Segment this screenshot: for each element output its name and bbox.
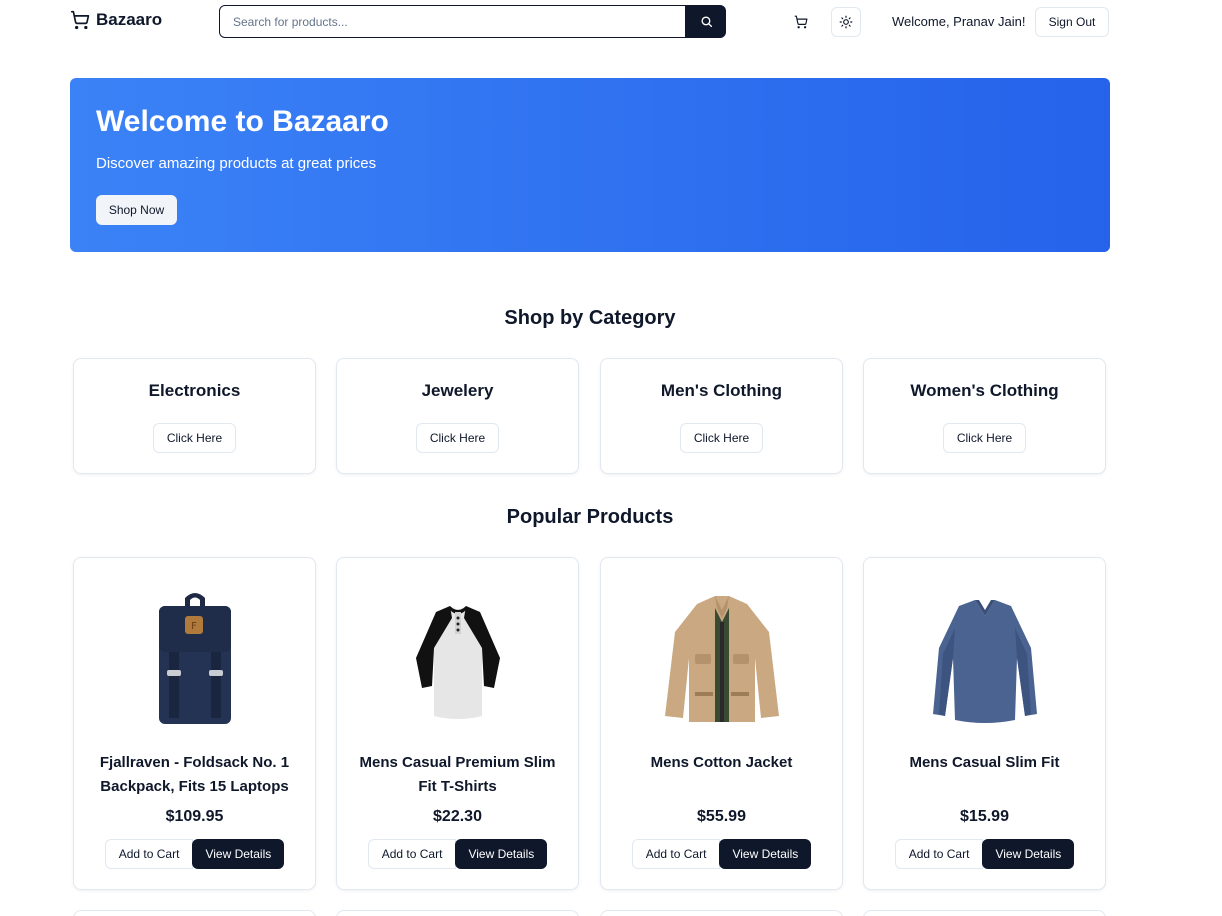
product-card-partial bbox=[600, 910, 843, 916]
hero-subtitle: Discover amazing products at great price… bbox=[96, 155, 377, 172]
jacket-icon bbox=[665, 596, 779, 722]
product-actions: Add to Cart View Details bbox=[74, 839, 315, 869]
view-details-button[interactable]: View Details bbox=[982, 839, 1075, 869]
view-details-button[interactable]: View Details bbox=[455, 839, 548, 869]
product-price: $55.99 bbox=[697, 808, 746, 825]
product-price: $109.95 bbox=[165, 808, 224, 825]
tshirt-icon bbox=[416, 606, 500, 719]
category-click-here-button[interactable]: Click Here bbox=[680, 423, 763, 453]
backpack-icon: F bbox=[159, 593, 231, 724]
category-card-mens-clothing: Men's Clothing Click Here bbox=[600, 358, 843, 474]
jacket-image[interactable] bbox=[657, 588, 787, 728]
product-name[interactable]: Fjallraven - Foldsack No. 1 Backpack, Fi… bbox=[90, 751, 299, 799]
category-name: Jewelery bbox=[421, 381, 494, 400]
popular-products-title: Popular Products bbox=[506, 506, 674, 528]
search-button[interactable] bbox=[686, 5, 726, 38]
product-card-partial bbox=[863, 910, 1106, 916]
category-click-here-button[interactable]: Click Here bbox=[153, 423, 236, 453]
longsleeve-image[interactable] bbox=[925, 588, 1045, 728]
product-name[interactable]: Mens Casual Slim Fit bbox=[880, 751, 1089, 775]
product-actions: Add to Cart View Details bbox=[864, 839, 1105, 869]
site-header: Bazaaro Welcome, Pranav Jain! Sign Out bbox=[0, 0, 1222, 44]
product-actions: Add to Cart View Details bbox=[337, 839, 578, 869]
cart-logo-icon bbox=[70, 10, 90, 30]
product-card: Mens Casual Premium Slim Fit T-Shirts $2… bbox=[336, 557, 579, 890]
product-actions: Add to Cart View Details bbox=[601, 839, 842, 869]
product-card-partial bbox=[73, 910, 316, 916]
search-bar bbox=[219, 5, 726, 38]
add-to-cart-button[interactable]: Add to Cart bbox=[894, 839, 984, 869]
svg-text:F: F bbox=[191, 621, 197, 632]
search-input[interactable] bbox=[219, 5, 686, 38]
hero-banner: Welcome to Bazaaro Discover amazing prod… bbox=[70, 78, 1110, 252]
product-price: $15.99 bbox=[960, 808, 1009, 825]
logo[interactable]: Bazaaro bbox=[70, 10, 162, 30]
view-details-button[interactable]: View Details bbox=[719, 839, 812, 869]
theme-toggle-button[interactable] bbox=[831, 7, 861, 37]
backpack-image[interactable]: F bbox=[145, 588, 245, 728]
add-to-cart-button[interactable]: Add to Cart bbox=[367, 839, 457, 869]
category-card-electronics: Electronics Click Here bbox=[73, 358, 316, 474]
hero-title: Welcome to Bazaaro bbox=[96, 105, 389, 138]
longsleeve-icon bbox=[933, 600, 1037, 723]
product-card: Mens Casual Slim Fit $15.99 Add to Cart … bbox=[863, 557, 1106, 890]
cart-button[interactable] bbox=[787, 8, 815, 36]
welcome-message: Welcome, Pranav Jain! bbox=[892, 14, 1026, 29]
add-to-cart-button[interactable]: Add to Cart bbox=[104, 839, 194, 869]
product-card-partial bbox=[336, 910, 579, 916]
product-card: Mens Cotton Jacket $55.99 Add to Cart Vi… bbox=[600, 557, 843, 890]
tshirt-image[interactable] bbox=[408, 588, 508, 728]
product-name[interactable]: Mens Cotton Jacket bbox=[617, 751, 826, 775]
add-to-cart-button[interactable]: Add to Cart bbox=[631, 839, 721, 869]
cart-icon bbox=[794, 15, 808, 29]
logo-text: Bazaaro bbox=[96, 10, 163, 29]
search-icon bbox=[700, 16, 712, 28]
view-details-button[interactable]: View Details bbox=[192, 839, 285, 869]
category-name: Men's Clothing bbox=[660, 381, 783, 400]
shop-now-button[interactable]: Shop Now bbox=[96, 195, 177, 225]
category-card-womens-clothing: Women's Clothing Click Here bbox=[863, 358, 1106, 474]
sun-icon bbox=[839, 15, 853, 29]
sign-out-button[interactable]: Sign Out bbox=[1035, 7, 1109, 37]
category-name: Women's Clothing bbox=[910, 381, 1059, 400]
category-card-jewelery: Jewelery Click Here bbox=[336, 358, 579, 474]
category-name: Electronics bbox=[148, 381, 241, 400]
category-section-title: Shop by Category bbox=[504, 307, 676, 329]
category-click-here-button[interactable]: Click Here bbox=[943, 423, 1026, 453]
product-name[interactable]: Mens Casual Premium Slim Fit T-Shirts bbox=[353, 751, 562, 799]
category-click-here-button[interactable]: Click Here bbox=[416, 423, 499, 453]
product-price: $22.30 bbox=[433, 808, 482, 825]
product-card: F Fjallraven - Foldsack No. 1 Backpack, … bbox=[73, 557, 316, 890]
